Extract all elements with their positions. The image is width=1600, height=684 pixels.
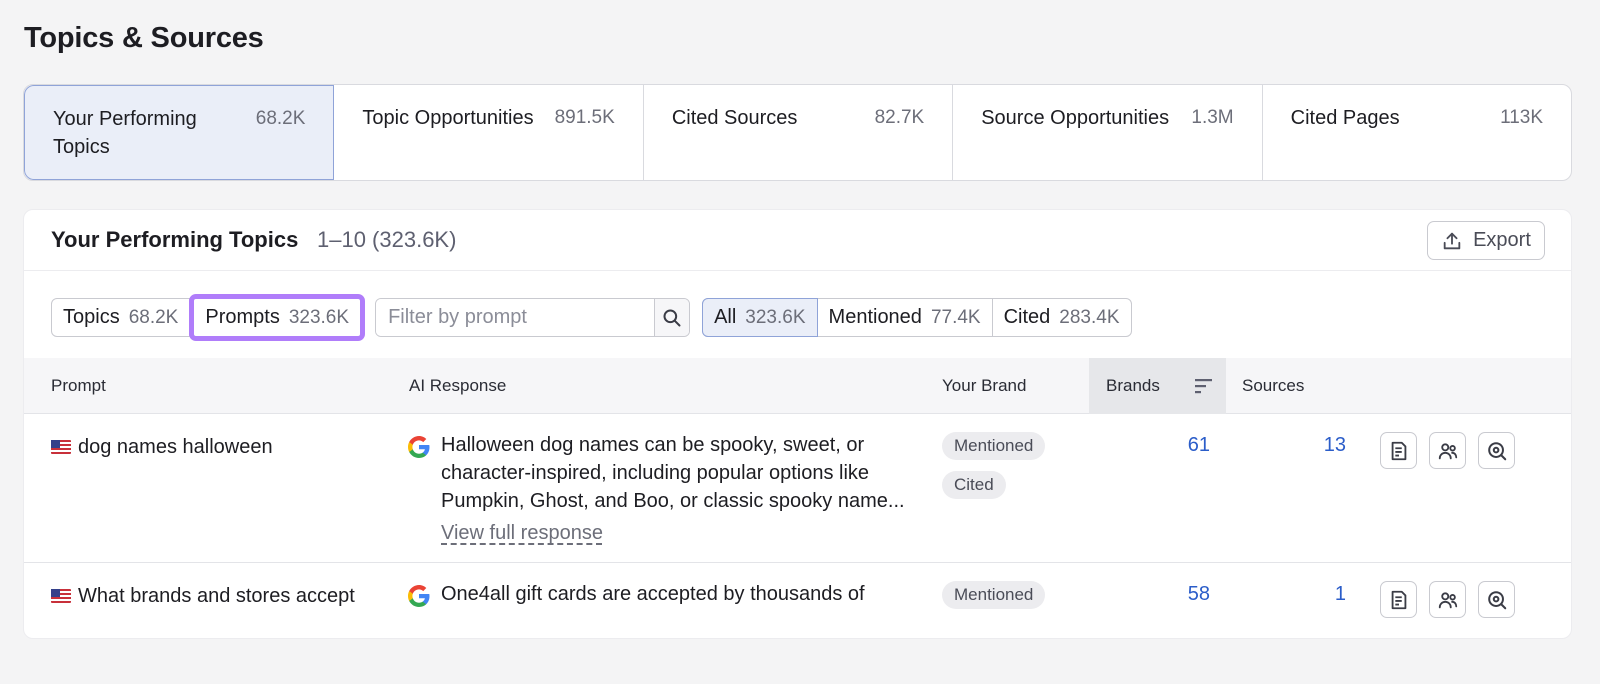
view-prompts-label: Prompts	[205, 306, 280, 328]
col-brands[interactable]: Brands	[1089, 358, 1226, 414]
row-actions	[1380, 581, 1515, 618]
ai-response-text: Halloween dog names can be spooky, sweet…	[441, 431, 921, 547]
analyze-button[interactable]	[1478, 432, 1515, 469]
col-ai-response: AI Response	[409, 376, 507, 395]
document-icon	[1391, 441, 1406, 460]
your-brand-cell: Mentioned Cited	[942, 431, 1046, 499]
table-row: dog names halloween Halloween dog names …	[24, 415, 1571, 563]
row-actions	[1380, 432, 1515, 469]
tab-count: 1.3M	[1191, 107, 1234, 128]
view-prompts[interactable]: Prompts 323.6K	[189, 294, 366, 341]
response-line: One4all gift cards are accepted by thous…	[441, 583, 865, 605]
view-brands-button[interactable]	[1429, 432, 1466, 469]
col-brands-label: Brands	[1106, 376, 1160, 395]
view-response-button[interactable]	[1380, 581, 1417, 618]
status-all-count: 323.6K	[745, 306, 806, 328]
ai-response-text: One4all gift cards are accepted by thous…	[441, 580, 921, 608]
mentioned-badge: Mentioned	[942, 581, 1046, 609]
upload-icon	[1443, 232, 1461, 249]
search-ai-icon	[1487, 590, 1506, 609]
filter-bar: Topics 68.2K Prompts 323.6K All 323.6K	[51, 294, 1132, 341]
status-mentioned[interactable]: Mentioned 77.4K	[818, 299, 993, 336]
brands-count[interactable]: 61	[1124, 431, 1210, 459]
status-cited-count: 283.4K	[1059, 306, 1120, 328]
page-title: Topics & Sources	[24, 22, 264, 54]
col-your-brand: Your Brand	[942, 376, 1027, 395]
tab-count: 82.7K	[874, 107, 925, 128]
search-button[interactable]	[654, 299, 690, 336]
status-filter: All 323.6K Mentioned 77.4K Cited 283.4K	[702, 298, 1132, 337]
tab-topic-opportunities[interactable]: Topic Opportunities 891.5K	[334, 85, 644, 180]
search-icon	[663, 309, 681, 326]
table-row: What brands and stores accept One4all gi…	[24, 564, 1571, 684]
prompt-search	[375, 298, 691, 337]
google-icon	[408, 585, 430, 607]
brands-count[interactable]: 58	[1124, 580, 1210, 608]
tab-cited-sources[interactable]: Cited Sources 82.7K	[644, 85, 954, 180]
sources-count[interactable]: 13	[1260, 431, 1346, 459]
response-line: character‑inspired, including popular op…	[441, 462, 870, 484]
status-cited-label: Cited	[1003, 306, 1051, 328]
topics-panel: Your Performing Topics 1–10 (323.6K) Exp…	[23, 209, 1572, 639]
tab-label: Cited Pages	[1290, 107, 1400, 129]
users-icon	[1438, 591, 1457, 608]
mentioned-badge: Mentioned	[942, 432, 1046, 460]
view-brands-button[interactable]	[1429, 581, 1466, 618]
users-icon	[1438, 442, 1457, 459]
us-flag-icon	[51, 440, 71, 454]
view-topics-label: Topics	[63, 306, 120, 328]
view-toggle: Topics 68.2K Prompts 323.6K	[51, 294, 366, 341]
status-all-label: All	[714, 306, 737, 328]
filter-prompt-input[interactable]	[376, 299, 655, 336]
panel-header: Your Performing Topics 1–10 (323.6K) Exp…	[24, 210, 1571, 271]
tab-label: Your Performing Topics	[53, 108, 197, 158]
google-icon	[408, 436, 430, 458]
export-button[interactable]: Export	[1427, 221, 1545, 260]
table-header: Prompt AI Response Your Brand Brands Sou…	[24, 358, 1571, 414]
result-range: 1–10 (323.6K)	[317, 227, 457, 252]
col-sources: Sources	[1242, 376, 1305, 395]
document-icon	[1391, 590, 1406, 609]
response-line: Pumpkin, Ghost, and Boo, or classic spoo…	[441, 490, 905, 512]
tab-label: Cited Sources	[671, 107, 798, 129]
export-label: Export	[1473, 229, 1531, 251]
view-response-button[interactable]	[1380, 432, 1417, 469]
status-cited[interactable]: Cited 283.4K	[993, 299, 1131, 336]
col-prompt: Prompt	[51, 376, 106, 395]
view-prompts-count: 323.6K	[288, 306, 350, 328]
sources-count[interactable]: 1	[1260, 580, 1346, 608]
search-ai-icon	[1487, 441, 1506, 460]
tab-your-performing-topics[interactable]: Your Performing Topics 68.2K	[24, 85, 335, 180]
tab-label: Source Opportunities	[981, 107, 1170, 129]
sort-icon[interactable]	[1194, 377, 1214, 395]
analyze-button[interactable]	[1478, 581, 1515, 618]
your-brand-cell: Mentioned	[942, 580, 1046, 609]
view-topics-count: 68.2K	[128, 306, 179, 328]
status-mentioned-label: Mentioned	[828, 306, 922, 328]
tab-label: Topic Opportunities	[362, 107, 534, 129]
response-line: Halloween dog names can be spooky, sweet…	[441, 434, 865, 456]
prompt-cell: What brands and stores accept	[51, 582, 355, 610]
prompt-text[interactable]: What brands and stores accept	[78, 585, 355, 607]
panel-title: Your Performing Topics	[51, 227, 299, 252]
view-topics[interactable]: Topics 68.2K	[52, 299, 191, 336]
tab-count: 68.2K	[255, 108, 306, 129]
cited-badge: Cited	[942, 471, 1006, 499]
us-flag-icon	[51, 589, 71, 603]
view-full-response-link[interactable]: View full response	[441, 522, 603, 544]
tab-cited-pages[interactable]: Cited Pages 113K	[1263, 85, 1571, 180]
status-mentioned-count: 77.4K	[930, 306, 981, 328]
tab-bar: Your Performing Topics 68.2K Topic Oppor…	[23, 84, 1572, 181]
tab-source-opportunities[interactable]: Source Opportunities 1.3M	[953, 85, 1263, 180]
status-all[interactable]: All 323.6K	[702, 298, 818, 337]
prompt-text[interactable]: dog names halloween	[78, 436, 273, 458]
prompt-cell: dog names halloween	[51, 433, 273, 461]
tab-count: 891.5K	[554, 107, 615, 128]
tab-count: 113K	[1500, 107, 1544, 128]
